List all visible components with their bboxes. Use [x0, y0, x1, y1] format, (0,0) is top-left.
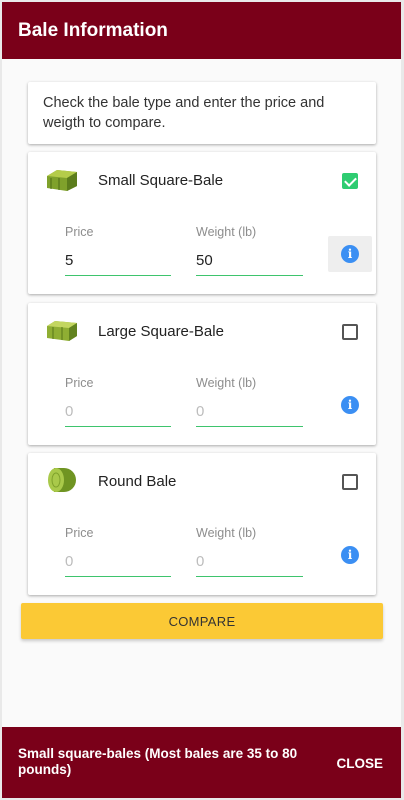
- page-title: Bale Information: [18, 19, 168, 41]
- price-input[interactable]: 0: [65, 403, 73, 420]
- weight-input[interactable]: 0: [196, 403, 204, 420]
- info-icon: i: [341, 396, 359, 414]
- price-input[interactable]: 5: [65, 252, 73, 269]
- price-underline: [65, 576, 171, 577]
- hay-bale-small-icon: [47, 170, 77, 191]
- weight-label: Weight (lb): [196, 225, 257, 239]
- weight-underline: [196, 426, 303, 427]
- compare-button[interactable]: COMPARE: [21, 603, 383, 639]
- compare-button-label: COMPARE: [168, 613, 236, 629]
- info-button[interactable]: i: [328, 537, 372, 573]
- snackbar: Small square-bales (Most bales are 35 to…: [2, 727, 401, 798]
- instructions-text: Check the bale type and enter the price …: [43, 95, 325, 131]
- weight-label: Weight (lb): [196, 526, 257, 540]
- price-label: Price: [65, 526, 94, 540]
- snackbar-message: Small square-bales (Most bales are 35 to…: [18, 746, 298, 777]
- info-icon: i: [341, 245, 359, 263]
- hay-bale-large-icon: [47, 321, 77, 341]
- weight-input[interactable]: 50: [196, 252, 213, 269]
- bale-checkbox-small-square[interactable]: [342, 173, 358, 189]
- info-button[interactable]: i: [328, 387, 372, 423]
- bale-checkbox-round[interactable]: [342, 474, 358, 490]
- info-icon: i: [341, 546, 359, 564]
- app-header: Bale Information: [2, 2, 401, 59]
- instructions-card: Check the bale type and enter the price …: [28, 82, 376, 144]
- bale-name: Large Square-Bale: [98, 323, 224, 340]
- weight-label: Weight (lb): [196, 376, 257, 390]
- price-label: Price: [65, 376, 94, 390]
- bale-card-large-square: Large Square-Bale Price 0 Weight (lb) 0 …: [28, 303, 376, 445]
- price-label: Price: [65, 225, 94, 239]
- weight-input[interactable]: 0: [196, 553, 204, 570]
- snackbar-close-button[interactable]: CLOSE: [336, 756, 383, 771]
- price-underline: [65, 426, 171, 427]
- info-button[interactable]: i: [328, 236, 372, 272]
- round-bale-icon: [48, 468, 76, 492]
- bale-name: Small Square-Bale: [98, 172, 224, 189]
- weight-underline: [196, 275, 303, 276]
- bale-name: Round Bale: [98, 473, 177, 490]
- bale-card-small-square: Small Square-Bale Price 5 Weight (lb) 50…: [28, 152, 376, 294]
- bale-checkbox-large-square[interactable]: [342, 324, 358, 340]
- bale-card-round: Round Bale Price 0 Weight (lb) 0 i: [28, 453, 376, 595]
- price-underline: [65, 275, 171, 276]
- weight-underline: [196, 576, 303, 577]
- app-frame: Bale Information Check the bale type and…: [2, 2, 401, 798]
- price-input[interactable]: 0: [65, 553, 73, 570]
